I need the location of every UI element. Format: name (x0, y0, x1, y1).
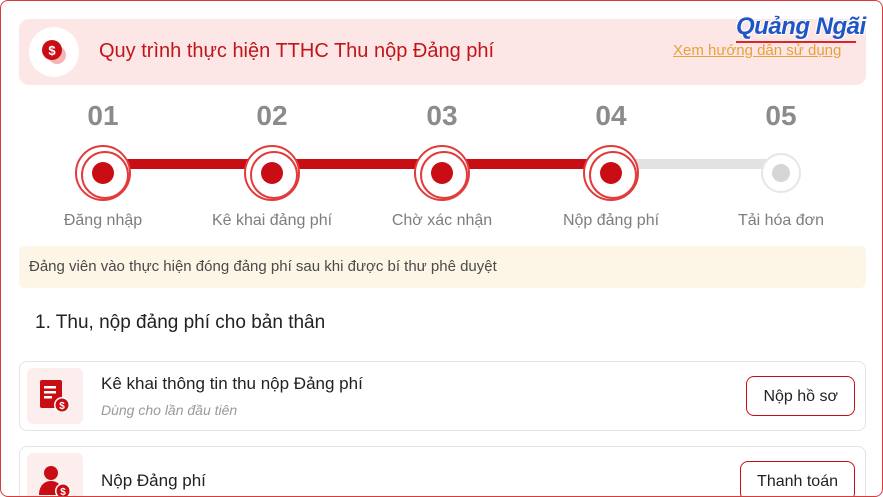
step-login: 01 Đăng nhập (18, 96, 188, 230)
document-coin-icon: $ (27, 368, 83, 424)
user-guide-link[interactable]: Xem hướng dẫn sử dụng (673, 42, 841, 59)
svg-text:$: $ (60, 487, 66, 497)
step-indicator (583, 145, 639, 201)
card-title: Kê khai thông tin thu nộp Đảng phí (101, 374, 363, 393)
step-label: Kê khai đảng phí (211, 212, 333, 229)
step-label: Chờ xác nhận (391, 212, 493, 229)
svg-text:$: $ (59, 401, 65, 412)
info-notice: Đảng viên vào thực hiện đóng đảng phí sa… (19, 246, 866, 288)
step-number: 02 (256, 100, 288, 131)
step-indicator (761, 153, 801, 193)
step-number: 03 (426, 100, 458, 131)
submit-dossier-button[interactable]: Nộp hồ sơ (746, 376, 855, 416)
step-indicator (414, 145, 470, 201)
svg-text:$: $ (48, 43, 56, 58)
section-title: 1. Thu, nộp đảng phí cho bản thân (35, 312, 326, 333)
step-download-invoice: 05 Tải hóa đơn (696, 96, 866, 230)
card-title: Nộp Đảng phí (101, 471, 206, 490)
declare-info-card: $ Kê khai thông tin thu nộp Đảng phí Dùn… (19, 361, 866, 431)
step-label: Nộp đảng phí (562, 212, 660, 229)
step-label: Tải hóa đơn (737, 212, 825, 229)
step-number: 05 (765, 100, 797, 131)
pay-button[interactable]: Thanh toán (740, 461, 855, 496)
step-number: 04 (595, 100, 627, 131)
step-declare-fee: 02 Kê khai đảng phí (187, 96, 357, 230)
pay-fee-card: $ Nộp Đảng phí Thanh toán (19, 446, 866, 497)
page-title: Quy trình thực hiện TTHC Thu nộp Đảng ph… (99, 40, 495, 62)
progress-stepper: 01 Đăng nhập 02 Kê khai đảng phí 03 Chờ … (1, 96, 882, 236)
watermark-underline (736, 41, 856, 43)
step-await-confirmation: 03 Chờ xác nhận (357, 96, 527, 230)
step-number: 01 (87, 100, 119, 131)
process-panel: $ Quy trình thực hiện TTHC Thu nộp Đảng … (0, 0, 883, 497)
step-pay-fee: 04 Nộp đảng phí (526, 96, 696, 230)
newspaper-watermark: Quảng Ngãi (736, 13, 866, 40)
card-subtitle: Dùng cho lần đầu tiên (101, 402, 238, 418)
step-indicator (75, 145, 131, 201)
step-indicator (244, 145, 300, 201)
step-label: Đăng nhập (63, 212, 143, 229)
user-coin-icon: $ (27, 453, 83, 497)
coin-icon: $ (29, 27, 79, 77)
